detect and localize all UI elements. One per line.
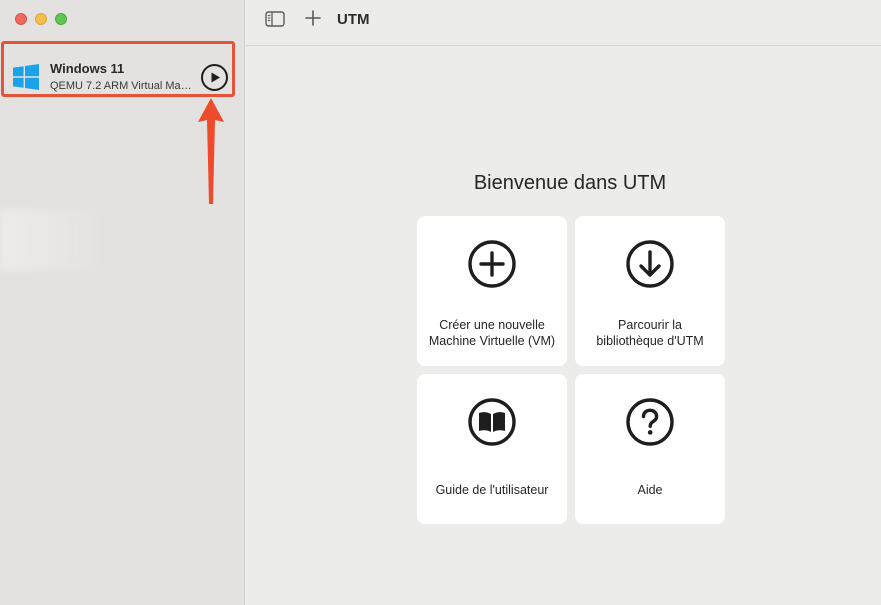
help-label: Aide <box>637 483 663 497</box>
welcome-heading: Bienvenue dans UTM <box>473 172 667 194</box>
windows-logo-icon <box>13 64 39 90</box>
vm-list-item-windows-11[interactable]: Windows 11 QEMU 7.2 ARM Virtual Machine <box>1 41 235 97</box>
zoom-button[interactable] <box>55 13 67 25</box>
minimize-button[interactable] <box>35 13 47 25</box>
user-guide-label: Guide de l'utilisateur <box>435 483 549 497</box>
annotation-arrow-icon <box>198 98 224 204</box>
create-vm-label: Créer une nouvelle Machine Virtuelle (VM… <box>428 318 556 348</box>
toolbar: UTM <box>246 0 881 46</box>
browse-gallery-card[interactable]: Parcourir la bibliothèque d'UTM <box>575 216 725 366</box>
create-vm-card[interactable]: Créer une nouvelle Machine Virtuelle (VM… <box>417 216 567 366</box>
main-content: UTM Bienvenue dans UTM Créer une nouvell… <box>246 0 881 605</box>
window-controls <box>15 13 67 25</box>
play-icon <box>211 72 220 83</box>
browse-gallery-label: Parcourir la bibliothèque d'UTM <box>596 318 704 348</box>
close-button[interactable] <box>15 13 27 25</box>
sidebar-toggle-icon[interactable] <box>265 11 285 27</box>
sidebar-blur <box>0 210 110 270</box>
plus-icon[interactable] <box>305 9 321 27</box>
download-circle-icon <box>626 240 674 288</box>
vm-subtitle: QEMU 7.2 ARM Virtual Machine <box>50 80 192 92</box>
plus-circle-icon <box>468 240 516 288</box>
utm-window: Windows 11 QEMU 7.2 ARM Virtual Machine <box>0 0 881 605</box>
sidebar: Windows 11 QEMU 7.2 ARM Virtual Machine <box>0 0 245 605</box>
vm-name: Windows 11 <box>50 61 125 76</box>
play-button[interactable] <box>201 64 228 91</box>
window-title: UTM <box>337 11 370 28</box>
help-card[interactable]: Aide <box>575 374 725 524</box>
book-icon <box>468 398 516 446</box>
question-circle-icon <box>626 398 674 446</box>
user-guide-card[interactable]: Guide de l'utilisateur <box>417 374 567 524</box>
